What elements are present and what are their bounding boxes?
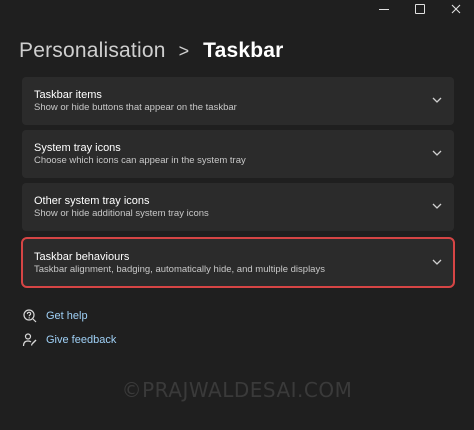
settings-window: Personalisation > Taskbar Taskbar items … xyxy=(0,0,474,430)
setting-system-tray-icons[interactable]: System tray icons Choose which icons can… xyxy=(22,130,454,178)
breadcrumb-parent[interactable]: Personalisation xyxy=(19,39,166,63)
page-title: Taskbar xyxy=(203,39,284,62)
give-feedback-link[interactable]: Give feedback xyxy=(22,332,116,348)
chevron-down-icon xyxy=(432,150,442,156)
setting-description: Choose which icons can appear in the sys… xyxy=(34,155,246,166)
title-bar-controls xyxy=(366,0,474,18)
watermark: ©PRAJWALDESAI.COM xyxy=(121,378,353,402)
give-feedback-label[interactable]: Give feedback xyxy=(46,334,116,346)
chevron-down-icon xyxy=(432,97,442,103)
get-help-link[interactable]: Get help xyxy=(22,308,88,324)
maximize-button[interactable] xyxy=(402,0,438,18)
setting-description: Show or hide buttons that appear on the … xyxy=(34,102,237,113)
help-icon xyxy=(22,308,38,324)
setting-description: Show or hide additional system tray icon… xyxy=(34,208,209,219)
setting-taskbar-items[interactable]: Taskbar items Show or hide buttons that … xyxy=(22,77,454,125)
chevron-down-icon xyxy=(432,203,442,209)
setting-title: Taskbar items xyxy=(34,89,102,101)
breadcrumb-separator: > xyxy=(178,40,190,61)
minimize-icon xyxy=(379,8,389,10)
feedback-icon xyxy=(22,332,38,348)
maximize-icon xyxy=(415,4,425,14)
breadcrumb: Personalisation > Taskbar xyxy=(19,36,284,66)
setting-other-system-tray-icons[interactable]: Other system tray icons Show or hide add… xyxy=(22,183,454,231)
close-button[interactable] xyxy=(438,0,474,18)
setting-title: System tray icons xyxy=(34,142,121,154)
get-help-label[interactable]: Get help xyxy=(46,310,88,322)
highlight-outline xyxy=(21,237,455,288)
minimize-button[interactable] xyxy=(366,0,402,18)
setting-title: Other system tray icons xyxy=(34,195,150,207)
close-icon xyxy=(451,4,461,14)
